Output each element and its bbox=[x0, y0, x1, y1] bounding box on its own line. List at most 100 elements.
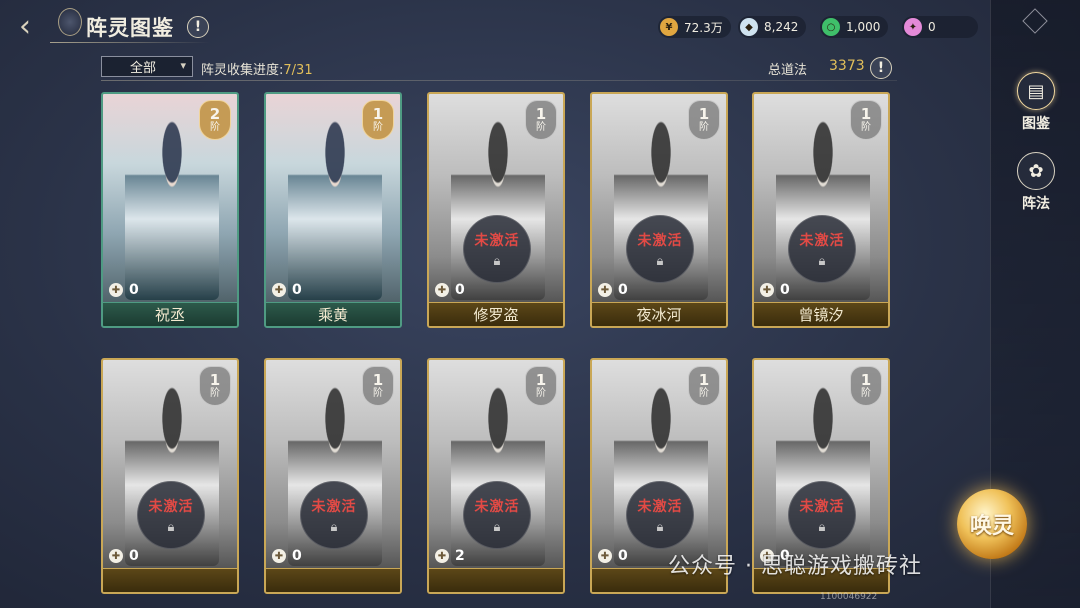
fragment-count: ✚ 0 bbox=[109, 282, 139, 298]
spirit-portrait bbox=[288, 120, 382, 300]
spirit-card[interactable]: 1 阶未激活 🔒︎ ✚ 0 夜冰河 bbox=[590, 92, 728, 328]
fragment-count: ✚ 0 bbox=[109, 548, 139, 564]
rank-number: 1 bbox=[535, 370, 547, 389]
inactive-label: 未激活 bbox=[799, 232, 845, 249]
jade-token-icon: ○ bbox=[822, 18, 840, 36]
rank-number: 1 bbox=[698, 104, 710, 123]
fragment-icon: ✚ bbox=[109, 549, 123, 563]
total-info-button[interactable]: ! bbox=[870, 57, 892, 79]
lock-icon: 🔒︎ bbox=[493, 253, 501, 269]
rank-badge: 1阶 bbox=[688, 100, 720, 140]
fragment-count-value: 0 bbox=[292, 282, 302, 298]
rank-number: 1 bbox=[209, 370, 221, 389]
rank-number: 1 bbox=[372, 370, 384, 389]
top-bar: ‹ 阵灵图鉴 ! ¥ 72.3万 ◆ 8,242 ○ 1,000 ✦ 0 bbox=[0, 0, 990, 54]
locked-overlay: 未激活 🔒︎ bbox=[626, 215, 694, 283]
tab-collection[interactable]: ▤ 图鉴 bbox=[1011, 72, 1061, 133]
rank-number: 1 bbox=[860, 370, 872, 389]
spirit-card[interactable]: 1 阶未激活 🔒︎ ✚ 0 bbox=[264, 358, 402, 594]
currency-jade[interactable]: ○ 1,000 bbox=[820, 16, 889, 38]
rank-unit: 阶 bbox=[699, 121, 709, 133]
fragment-count: ✚ 0 bbox=[598, 548, 628, 564]
footer-id: 1100046922 bbox=[820, 592, 878, 602]
rank-unit: 阶 bbox=[210, 121, 220, 133]
rank-number: 1 bbox=[698, 370, 710, 389]
locked-overlay: 未激活 🔒︎ bbox=[788, 481, 856, 549]
tab-formation[interactable]: ✿ 阵法 bbox=[1011, 152, 1061, 213]
fragment-count-value: 0 bbox=[455, 282, 465, 298]
rank-unit: 阶 bbox=[373, 387, 383, 399]
locked-overlay: 未激活 🔒︎ bbox=[626, 481, 694, 549]
currency-silver[interactable]: ◆ 8,242 bbox=[738, 16, 807, 38]
spirit-card[interactable]: 1 阶未激活 🔒︎ ✚ 2 bbox=[427, 358, 565, 594]
rank-number: 1 bbox=[535, 104, 547, 123]
fragment-count: ✚ 0 bbox=[272, 282, 302, 298]
rank-badge: 1阶 bbox=[525, 366, 557, 406]
filter-divider bbox=[101, 80, 897, 81]
spirit-name bbox=[429, 568, 563, 592]
fragment-icon: ✚ bbox=[272, 549, 286, 563]
rank-unit: 阶 bbox=[536, 387, 546, 399]
fragment-count-value: 0 bbox=[780, 282, 790, 298]
summon-button[interactable]: 唤灵 bbox=[957, 489, 1027, 559]
fragment-icon: ✚ bbox=[598, 283, 612, 297]
rank-badge: 1阶 bbox=[525, 100, 557, 140]
fragment-count-value: 0 bbox=[618, 548, 628, 564]
lock-icon: 🔒︎ bbox=[493, 519, 501, 535]
total-daofa-label: 总道法 bbox=[768, 63, 808, 78]
category-select[interactable]: 全部 ▾ bbox=[101, 56, 193, 77]
spirit-card[interactable]: 1 阶未激活 🔒︎ ✚ 0 曾镜汐 bbox=[752, 92, 890, 328]
title-info-button[interactable]: ! bbox=[187, 16, 209, 38]
rank-badge: 2阶 bbox=[199, 100, 231, 140]
lock-icon: 🔒︎ bbox=[330, 519, 338, 535]
collection-progress: 阵灵收集进度:7/31 bbox=[201, 59, 313, 78]
locked-overlay: 未激活 🔒︎ bbox=[463, 215, 531, 283]
rank-unit: 阶 bbox=[536, 121, 546, 133]
fragment-count: ✚ 0 bbox=[435, 282, 465, 298]
back-arrow-icon[interactable]: ‹ bbox=[10, 10, 40, 44]
corner-diamond-icon bbox=[1022, 8, 1048, 34]
spirit-card[interactable]: 1 阶未激活 🔒︎ ✚ 0 bbox=[101, 358, 239, 594]
title-emblem-icon bbox=[58, 8, 82, 36]
spirit-name: 乘黄 bbox=[266, 302, 400, 326]
card-book-icon: ▤ bbox=[1017, 72, 1055, 110]
rank-badge: 1阶 bbox=[362, 366, 394, 406]
silver-ingot-icon: ◆ bbox=[740, 18, 758, 36]
currency-gold[interactable]: ¥ 72.3万 bbox=[658, 16, 731, 38]
spirit-card[interactable]: 1 阶 ✚ 0 乘黄 bbox=[264, 92, 402, 328]
currency-gem[interactable]: ✦ 0 bbox=[902, 16, 978, 38]
inactive-label: 未激活 bbox=[148, 498, 194, 515]
fragment-icon: ✚ bbox=[598, 549, 612, 563]
rank-badge: 1阶 bbox=[362, 100, 394, 140]
fragment-icon: ✚ bbox=[760, 283, 774, 297]
currency-jade-value: 1,000 bbox=[846, 20, 881, 34]
tab-formation-label: 阵法 bbox=[1022, 196, 1050, 212]
locked-overlay: 未激活 🔒︎ bbox=[300, 481, 368, 549]
locked-overlay: 未激活 🔒︎ bbox=[463, 481, 531, 549]
rank-unit: 阶 bbox=[861, 121, 871, 133]
rank-badge: 1阶 bbox=[199, 366, 231, 406]
rank-badge: 1阶 bbox=[688, 366, 720, 406]
page-title: 阵灵图鉴 bbox=[86, 16, 174, 40]
spirit-card[interactable]: 2 阶 ✚ 0 祝丞 bbox=[101, 92, 239, 328]
fragment-icon: ✚ bbox=[435, 549, 449, 563]
locked-overlay: 未激活 🔒︎ bbox=[788, 215, 856, 283]
rank-unit: 阶 bbox=[210, 387, 220, 399]
spirit-name bbox=[266, 568, 400, 592]
inactive-label: 未激活 bbox=[311, 498, 357, 515]
fragment-count-value: 2 bbox=[455, 548, 465, 564]
fragment-count-value: 0 bbox=[129, 282, 139, 298]
fragment-count: ✚ 2 bbox=[435, 548, 465, 564]
lock-icon: 🔒︎ bbox=[818, 519, 826, 535]
fragment-count: ✚ 0 bbox=[272, 548, 302, 564]
fragment-count-value: 0 bbox=[129, 548, 139, 564]
lock-icon: 🔒︎ bbox=[818, 253, 826, 269]
rank-number: 2 bbox=[209, 104, 221, 123]
collection-progress-label: 阵灵收集进度: bbox=[201, 63, 284, 78]
rank-unit: 阶 bbox=[373, 121, 383, 133]
spirit-name: 祝丞 bbox=[103, 302, 237, 326]
lock-icon: 🔒︎ bbox=[656, 253, 664, 269]
inactive-label: 未激活 bbox=[637, 232, 683, 249]
spirit-card[interactable]: 1 阶未激活 🔒︎ ✚ 0 修罗盗 bbox=[427, 92, 565, 328]
fragment-count-value: 0 bbox=[292, 548, 302, 564]
